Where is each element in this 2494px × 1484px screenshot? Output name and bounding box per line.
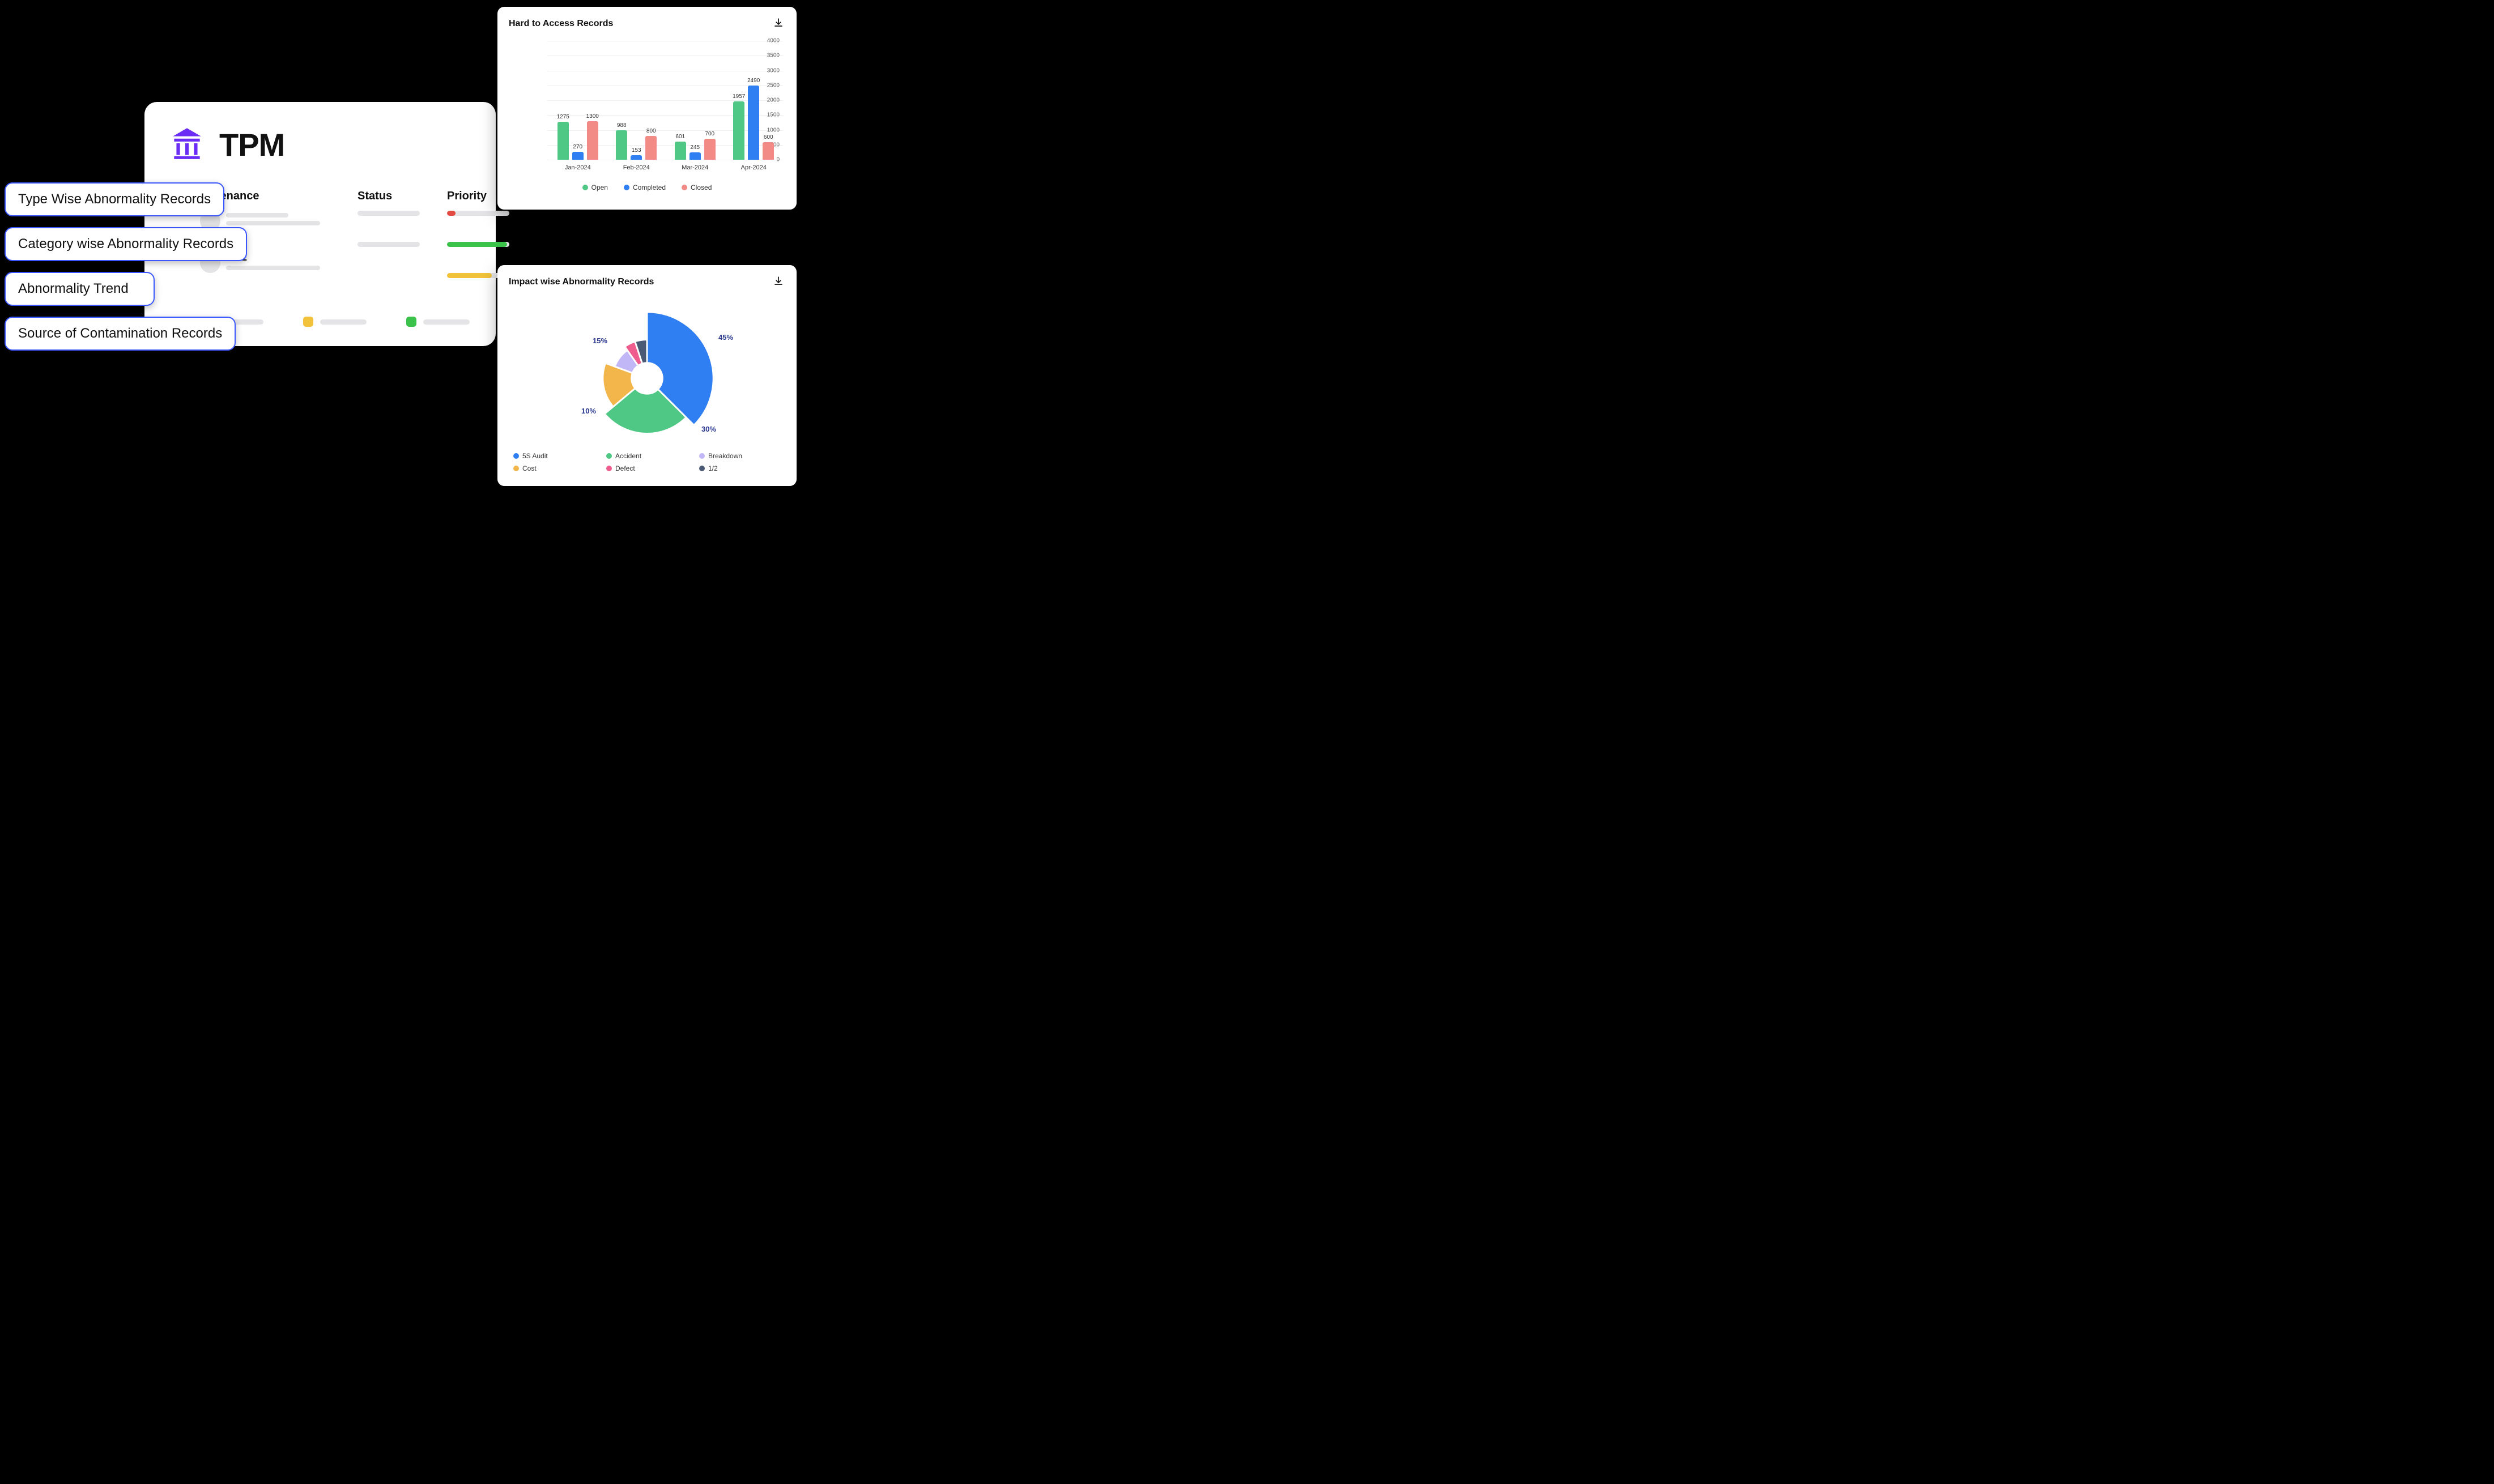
x-tick-label: Feb-2024 <box>623 164 650 171</box>
x-tick-label: Mar-2024 <box>682 164 708 171</box>
pill-source-contamination[interactable]: Source of Contamination Records <box>5 317 236 351</box>
bar-value-label: 600 <box>764 134 773 140</box>
tpm-title: TPM <box>219 126 284 163</box>
pie-chart-legend: 5S Audit Accident Breakdown Cost Defect 1/2 <box>509 452 785 472</box>
bar: 2490 <box>748 86 759 160</box>
x-tick-label: Jan-2024 <box>565 164 591 171</box>
pie-value-label: 30% <box>701 425 716 433</box>
legend-item: Completed <box>624 184 666 191</box>
bar-chart-card: Hard to Access Records 05001000150020002… <box>497 7 797 210</box>
col-status: Status <box>357 190 420 273</box>
bar: 988 <box>616 130 627 160</box>
bar-value-label: 153 <box>632 147 641 153</box>
bar: 700 <box>704 139 716 160</box>
bar-card-header: Hard to Access Records <box>509 17 785 31</box>
bar-value-label: 1275 <box>557 114 569 120</box>
pill-type-wise[interactable]: Type Wise Abnormality Records <box>5 182 224 216</box>
download-button[interactable] <box>772 17 785 31</box>
bar: 270 <box>572 152 584 160</box>
bar-value-label: 245 <box>690 144 700 151</box>
pie-card-header: Impact wise Abnormality Records <box>509 275 785 289</box>
legend-label: Closed <box>691 184 712 191</box>
legend-label: Cost <box>522 464 537 472</box>
bar: 601 <box>675 142 686 160</box>
legend-item: Accident <box>606 452 688 460</box>
status-bar-1 <box>357 211 420 216</box>
x-tick-label: Apr-2024 <box>741 164 767 171</box>
bar: 1300 <box>587 121 598 160</box>
bar: 245 <box>690 152 701 160</box>
tpm-header: TPM <box>168 125 472 165</box>
legend-item: Breakdown <box>699 452 781 460</box>
legend-item: 5S Audit <box>513 452 595 460</box>
bar-group: 12752701300Jan-2024 <box>552 121 603 160</box>
pie-chart-card: Impact wise Abnormality Records 45% 30% 10… <box>497 265 797 486</box>
bar-chart: 0500100015002000250030003500400012752701… <box>528 41 783 171</box>
bar-value-label: 700 <box>705 131 714 137</box>
download-icon <box>773 276 784 289</box>
legend-item: Cost <box>513 464 595 472</box>
col-status-header: Status <box>357 190 420 203</box>
bar: 1275 <box>557 122 569 160</box>
pie-value-label: 45% <box>718 333 733 342</box>
legend-item: Defect <box>606 464 688 472</box>
pill-abnormality-trend[interactable]: Abnormality Trend <box>5 272 155 306</box>
download-button[interactable] <box>772 275 785 289</box>
bar-value-label: 988 <box>617 122 627 129</box>
chip-green <box>406 317 470 327</box>
bar: 800 <box>645 136 657 160</box>
legend-label: Open <box>591 184 608 191</box>
bar-value-label: 1957 <box>733 93 745 100</box>
legend-label: 5S Audit <box>522 452 548 460</box>
bar-card-title: Hard to Access Records <box>509 19 613 29</box>
legend-label: 1/2 <box>708 464 718 472</box>
status-bar-2 <box>357 242 420 247</box>
bar-value-label: 1300 <box>586 113 599 120</box>
legend-label: Breakdown <box>708 452 742 460</box>
bar-chart-legend: Open Completed Closed <box>509 184 785 191</box>
bar-group: 19572490600Apr-2024 <box>728 86 779 160</box>
bar-value-label: 270 <box>573 144 582 150</box>
pie-value-label: 15% <box>593 336 607 345</box>
priority-bar-2 <box>447 242 509 247</box>
legend-item: 1/2 <box>699 464 781 472</box>
download-icon <box>773 18 784 31</box>
report-pills: Type Wise Abnormality Records Category w… <box>5 182 247 351</box>
legend-label: Defect <box>615 464 635 472</box>
pie-card-title: Impact wise Abnormality Records <box>509 277 654 287</box>
pie-value-label: 10% <box>581 407 596 415</box>
priority-bar-1 <box>447 211 509 216</box>
bar: 1957 <box>733 101 744 160</box>
chip-yellow <box>303 317 367 327</box>
bar-value-label: 2490 <box>747 78 760 84</box>
bar-value-label: 601 <box>675 134 685 140</box>
legend-item: Open <box>582 184 608 191</box>
pie-chart: 45% 30% 10% 15% <box>509 299 785 452</box>
bar-value-label: 800 <box>646 128 656 134</box>
bar: 600 <box>763 142 774 160</box>
bar-group: 988153800Feb-2024 <box>611 130 662 160</box>
bar-group: 601245700Mar-2024 <box>670 139 721 160</box>
legend-label: Accident <box>615 452 641 460</box>
legend-label: Completed <box>633 184 666 191</box>
bar: 153 <box>631 155 642 160</box>
pill-category-wise[interactable]: Category wise Abnormality Records <box>5 227 247 261</box>
legend-item: Closed <box>682 184 712 191</box>
institution-icon <box>168 125 206 165</box>
